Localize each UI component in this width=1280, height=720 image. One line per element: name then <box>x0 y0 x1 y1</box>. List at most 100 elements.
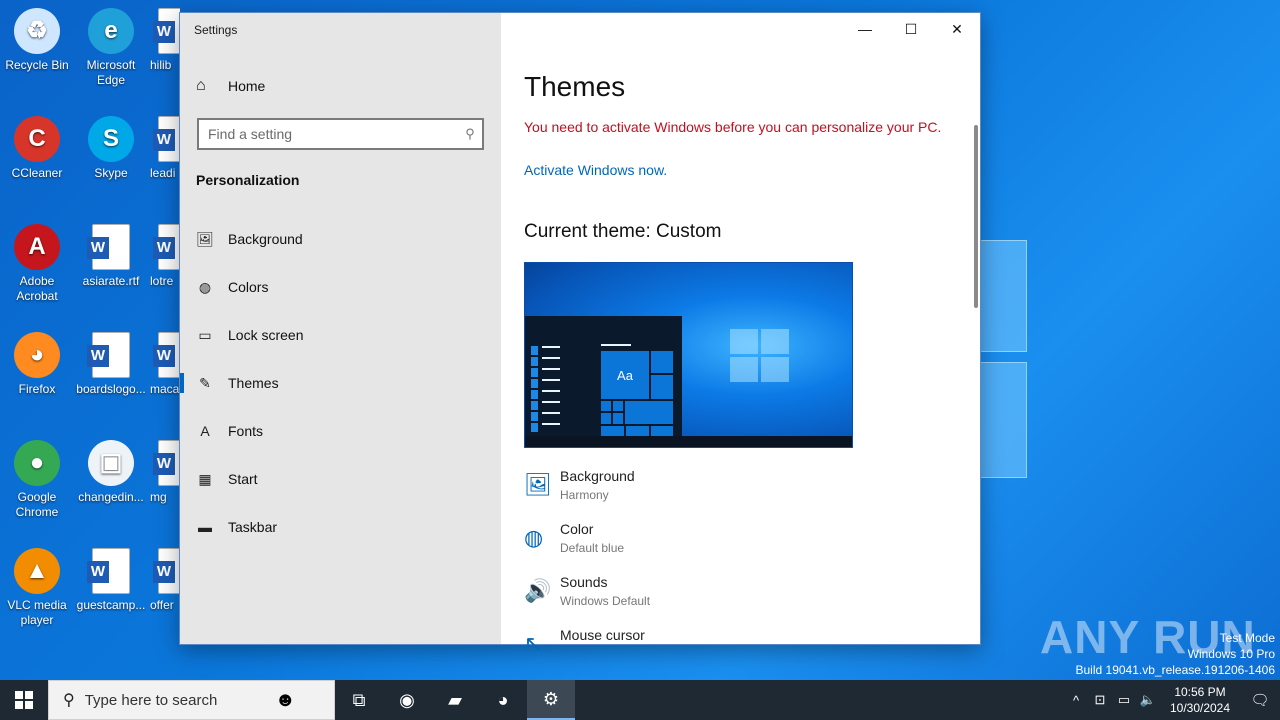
desktop-icon[interactable]: C CCleaner <box>0 116 74 181</box>
lock-screen-icon: ▭ <box>198 326 212 343</box>
window-title: Settings <box>194 23 238 37</box>
theme-property-value: Harmony <box>560 488 609 502</box>
edge-icon: e <box>88 8 134 54</box>
desktop-icon[interactable]: lotre <box>150 224 180 289</box>
desktop-icon[interactable]: A Adobe Acrobat <box>0 224 74 304</box>
desktop-icon[interactable]: mg <box>150 440 180 505</box>
desktop-icon[interactable]: boardslogo... <box>74 332 148 397</box>
desktop-icon-label: leadi <box>150 166 176 180</box>
desktop-icon[interactable]: guestcamp... <box>74 548 148 613</box>
chevron-up-icon[interactable]: ^ <box>1064 693 1088 708</box>
theme-property-value: Windows Default <box>560 594 651 608</box>
desktop-icon-label: offer <box>150 598 174 612</box>
desktop-icon-label: Microsoft Edge <box>86 58 136 87</box>
word-doc-icon <box>153 548 180 594</box>
theme-property-title: Mouse cursor <box>560 627 645 643</box>
taskbar-search: ⚲ ☻ <box>48 680 335 720</box>
notification-icon[interactable]: 🗨 <box>1240 691 1280 709</box>
cursor-icon: ↖ <box>524 631 543 656</box>
theme-property-sounds[interactable]: 🔊 Sounds Windows Default <box>524 574 650 627</box>
word-doc-icon <box>87 224 130 270</box>
desktop-icon-label: lotre <box>150 274 174 288</box>
sidebar-item-colors[interactable]: ◍ Colors <box>180 263 501 311</box>
desktop-icon[interactable]: hilib <box>150 8 180 73</box>
theme-properties: 🖼 Background Harmony ◍ Color Default blue 🔊 Sou… <box>524 468 650 680</box>
recycle-bin-icon: ♻ <box>14 8 60 54</box>
desktop-icon[interactable]: ▲ VLC media player <box>0 548 74 628</box>
sidebar-nav: 🖼 Background ◍ Colors ▭ Lock screen ✎ Themes A Fo… <box>180 215 501 551</box>
desktop-icon[interactable]: maca <box>150 332 180 397</box>
taskbar-icon: ▬ <box>198 519 212 535</box>
desktop-icon-label: Firefox <box>18 382 56 396</box>
wallpaper-windows-logo <box>975 240 1035 480</box>
find-setting-input[interactable] <box>208 126 458 142</box>
desktop-icon[interactable]: asiarate.rtf <box>74 224 148 289</box>
edge-icon: ◉ <box>399 689 415 710</box>
settings-icon: ⚙ <box>542 688 560 709</box>
desktop-icon[interactable]: ♻ Recycle Bin <box>0 8 74 73</box>
firefox-icon: ◕ <box>497 689 509 710</box>
desktop-icon[interactable]: S Skype <box>74 116 148 181</box>
clock[interactable]: 10:56 PM 10/30/2024 <box>1160 684 1240 716</box>
watermark-line2: Windows 10 Pro <box>1187 647 1275 661</box>
taskbar-app-file-explorer[interactable]: ▰ <box>431 680 479 720</box>
sidebar-item-start[interactable]: ▦ Start <box>180 455 501 503</box>
theme-property-text: Color Default blue <box>560 521 624 574</box>
theme-property-color[interactable]: ◍ Color Default blue <box>524 521 650 574</box>
clock-time: 10:56 PM <box>1174 685 1226 699</box>
preview-start-menu: Aa <box>525 316 682 438</box>
sidebar-home[interactable]: ⌂ Home <box>196 77 265 95</box>
activate-windows-link[interactable]: Activate Windows now. <box>524 162 667 178</box>
word-doc-icon <box>153 8 180 54</box>
theme-property-text: Mouse cursor <box>560 627 645 680</box>
desktop-icon-label: Google Chrome <box>15 490 59 519</box>
firefox-icon: ◕ <box>14 332 60 378</box>
sidebar-item-lock-screen[interactable]: ▭ Lock screen <box>180 311 501 359</box>
sidebar-item-label: Colors <box>228 279 269 295</box>
desktop-icon-label: VLC media player <box>7 598 67 627</box>
start-button[interactable] <box>0 680 48 720</box>
desktop-icon[interactable]: e Microsoft Edge <box>74 8 148 88</box>
taskbar-search-input[interactable] <box>84 691 275 709</box>
word-doc-icon <box>153 224 180 270</box>
word-doc-icon <box>153 440 180 486</box>
desktop-icon[interactable]: ◕ Firefox <box>0 332 74 397</box>
sidebar-item-background[interactable]: 🖼 Background <box>180 215 501 263</box>
skype-icon: S <box>88 116 134 162</box>
watermark-line1: Test Mode <box>1219 631 1275 645</box>
word-doc-icon <box>87 332 130 378</box>
theme-property-title: Color <box>560 521 594 537</box>
sidebar-item-fonts[interactable]: A Fonts <box>180 407 501 455</box>
theme-property-background[interactable]: 🖼 Background Harmony <box>524 468 650 521</box>
desktop-icon[interactable]: ▣ changedin... <box>74 440 148 505</box>
start-tiles-icon: ▦ <box>198 470 212 487</box>
volume-icon[interactable]: 🔈 <box>1136 692 1160 708</box>
sidebar-item-themes[interactable]: ✎ Themes <box>180 359 501 407</box>
desktop-icon-label: Adobe Acrobat <box>16 274 58 303</box>
theme-property-mouse-cursor[interactable]: ↖ Mouse cursor <box>524 627 650 680</box>
content-scrollbar[interactable] <box>974 125 978 308</box>
network-icon[interactable]: ⊡ <box>1088 692 1112 708</box>
search-icon[interactable]: ⚲ <box>458 126 482 142</box>
taskbar-app-edge[interactable]: ◉ <box>383 680 431 720</box>
desktop-icon[interactable]: ● Google Chrome <box>0 440 74 520</box>
chrome-icon: ● <box>14 440 60 486</box>
settings-window: Settings ⌂ Home ⚲ Personalization 🖼 Backg… <box>179 12 981 656</box>
taskbar-app-task-view[interactable]: ⧉ <box>335 680 383 720</box>
clock-date: 10/30/2024 <box>1169 701 1231 715</box>
desktop-icon[interactable]: leadi <box>150 116 180 181</box>
taskbar-apps: ⧉ ◉ ▰ ◕ ⚙ <box>335 680 575 720</box>
sidebar-item-taskbar[interactable]: ▬ Taskbar <box>180 503 501 551</box>
sidebar-item-label: Lock screen <box>228 327 304 343</box>
taskbar-app-settings[interactable]: ⚙ <box>527 680 575 720</box>
picture-icon: 🖼 <box>196 230 214 247</box>
watermark-line3: Build 19041.vb_release.191206-1406 <box>1075 663 1276 677</box>
desktop-icon-label: changedin... <box>78 490 144 504</box>
taskbar-app-firefox[interactable]: ◕ <box>479 680 527 720</box>
monitor-icon[interactable]: ▭ <box>1112 692 1136 708</box>
desktop-icon[interactable]: offer <box>150 548 180 613</box>
speaker-icon: 🔊 <box>524 578 552 603</box>
theme-property-text: Sounds Windows Default <box>560 574 650 627</box>
desktop-icon-label: Skype <box>94 166 128 180</box>
task-view-icon: ⧉ <box>352 689 366 710</box>
